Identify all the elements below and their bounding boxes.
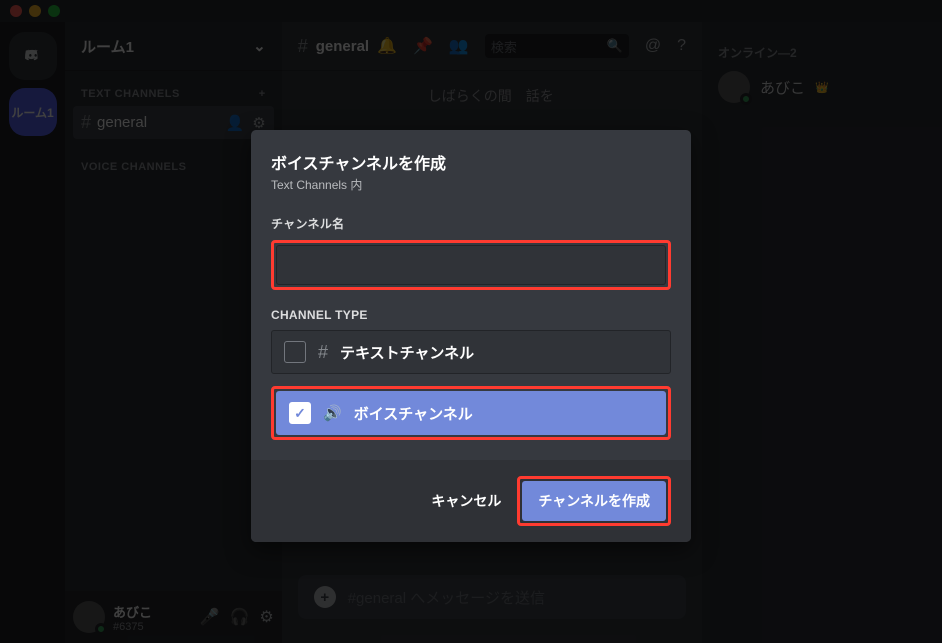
checkbox-unchecked [284,341,306,363]
highlight-annotation [271,240,671,290]
highlight-annotation: ✓ 🔊 ボイスチャンネル [271,386,671,440]
channel-name-input[interactable] [276,245,666,285]
create-channel-modal: ボイスチャンネルを作成 Text Channels 内 チャンネル名 CHANN… [251,130,691,542]
modal-title: ボイスチャンネルを作成 [271,150,671,174]
hash-icon: # [318,342,328,363]
channel-type-voice-option[interactable]: ✓ 🔊 ボイスチャンネル [276,391,666,435]
checkbox-checked: ✓ [289,402,311,424]
create-channel-button[interactable]: チャンネルを作成 [522,481,666,521]
channel-type-label: CHANNEL TYPE [271,308,671,322]
highlight-annotation: チャンネルを作成 [517,476,671,526]
channel-type-text-option[interactable]: # テキストチャンネル [271,330,671,374]
option-label: テキストチャンネル [340,342,474,363]
option-label: ボイスチャンネル [354,403,473,424]
modal-backdrop[interactable]: ボイスチャンネルを作成 Text Channels 内 チャンネル名 CHANN… [0,0,942,643]
modal-footer: キャンセル チャンネルを作成 [251,460,691,542]
channel-name-label: チャンネル名 [271,215,671,232]
speaker-icon: 🔊 [323,404,342,422]
cancel-button[interactable]: キャンセル [431,491,501,511]
modal-subtitle: Text Channels 内 [271,176,671,193]
